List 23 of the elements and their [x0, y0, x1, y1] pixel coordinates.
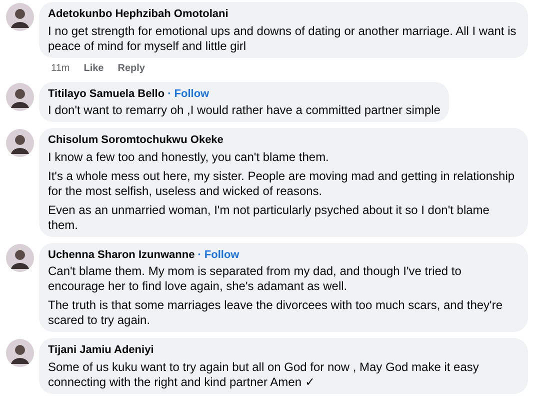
author-name[interactable]: Uchenna Sharon Izunwanne [48, 246, 195, 263]
like-button[interactable]: Like [84, 60, 104, 76]
comment-text: Can't blame them. My mom is separated from my dad, and though I've tried to encourage her to find love again, she's adamant as well. [48, 264, 462, 294]
comment-text: The truth is that some marriages leave the divorcees with too much scars, and they're scared to try again. [48, 298, 504, 328]
comment-text: I know a few too and honestly, you can't blame them. [48, 150, 330, 164]
comment-text: I no get strength for emotional ups and downs of dating or another marriage. All I want is peace of mind for myself and little girl [48, 24, 518, 54]
comment-time: 11m [51, 62, 70, 76]
author-name[interactable]: Tijani Jamiu Adeniyi [48, 342, 154, 358]
avatar[interactable] [6, 129, 34, 157]
avatar[interactable] [6, 82, 34, 110]
reply-button[interactable]: Reply [118, 60, 145, 76]
comment-text: It's a whole mess out here, my sister. People are moving mad and getting in relationship for the most selfish, useless and wicked of reasons. [48, 168, 516, 198]
follow-link[interactable]: · Follow [168, 86, 210, 102]
avatar[interactable] [6, 339, 34, 367]
comment-text: I don't want to remarry oh ,I would rather have a committed partner simple [48, 103, 440, 118]
comment-text: Even as an unmarried woman, I'm not particularly psyched about it so I don't blame them. [48, 202, 490, 232]
avatar[interactable] [6, 3, 34, 31]
author-name[interactable]: Chisolum Soromtochukwu Okeke [48, 132, 224, 148]
author-name[interactable]: Adetokunbo Hephzibah Omotolani [48, 6, 228, 22]
author-name[interactable]: Titilayo Samuela Bello [48, 86, 165, 102]
comment-text: Some of us kuku want to try again but all on God for now , May God make it easy connecting with the right and kind partner Amen ✓ [48, 360, 480, 390]
follow-link[interactable]: · Follow [198, 246, 240, 263]
avatar[interactable] [6, 244, 34, 272]
